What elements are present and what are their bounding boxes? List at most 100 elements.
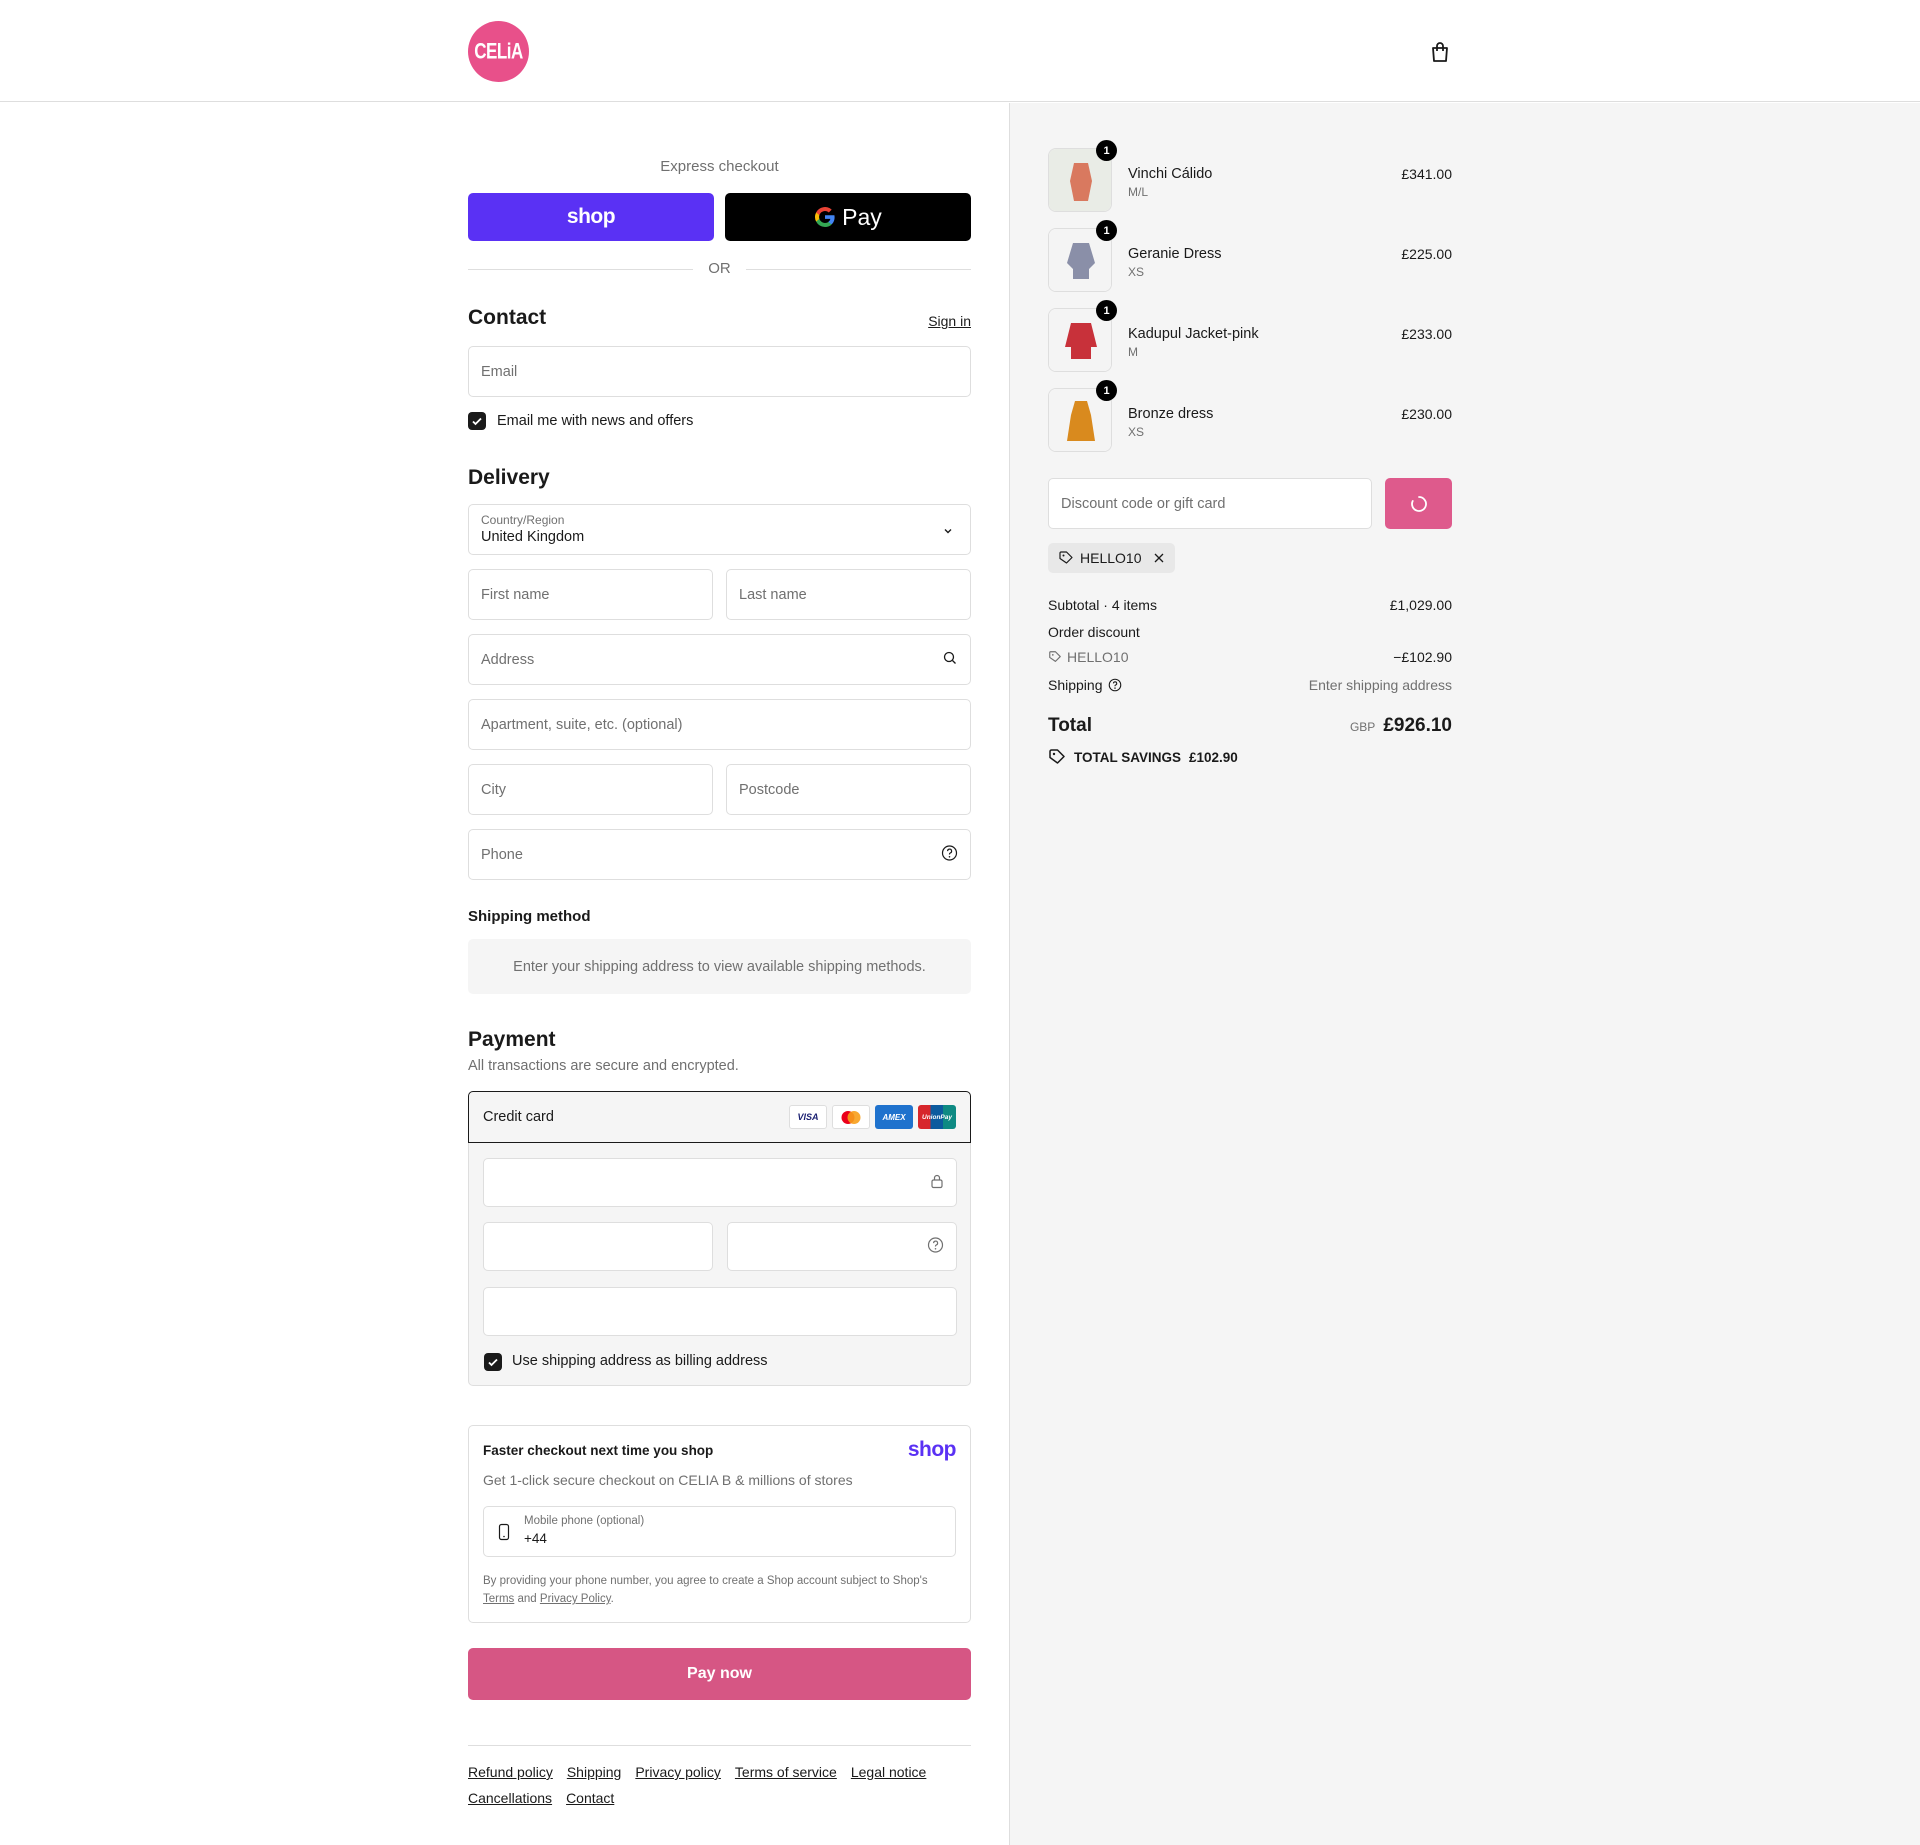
discount-value: −£102.90 <box>1393 649 1452 665</box>
country-select[interactable]: Country/Region United Kingdom <box>468 504 971 555</box>
lock-icon <box>930 1173 944 1193</box>
shopping-bag-icon[interactable] <box>1428 40 1452 64</box>
last-name-field[interactable]: Last name <box>726 569 971 620</box>
footer-link-refund-policy[interactable]: Refund policy <box>468 1764 553 1780</box>
help-circle-icon[interactable] <box>941 844 958 865</box>
header: CELiA <box>0 0 1920 102</box>
footer-divider <box>468 1745 971 1746</box>
chevron-down-icon <box>942 524 954 542</box>
search-icon <box>942 650 958 670</box>
phone-field[interactable]: Phone <box>468 829 971 880</box>
product-price: £230.00 <box>1401 406 1452 422</box>
newsletter-label: Email me with news and offers <box>497 413 694 429</box>
total-savings-label: TOTAL SAVINGS <box>1074 749 1182 765</box>
quantity-badge: 1 <box>1096 300 1117 321</box>
mobile-phone-field[interactable]: Mobile phone (optional) +44 <box>483 1506 956 1557</box>
footer-link-terms-of-service[interactable]: Terms of service <box>735 1764 837 1780</box>
footer-links: Refund policy Shipping Privacy policy Terms… <box>468 1759 971 1811</box>
pay-now-button[interactable]: Pay now <box>468 1648 971 1700</box>
discount-code-input[interactable]: Discount code or gift card <box>1048 478 1372 529</box>
name-on-card-field[interactable] <box>483 1287 957 1336</box>
payment-heading: Payment <box>468 1028 556 1051</box>
help-circle-icon[interactable] <box>927 1236 944 1257</box>
unionpay-icon: UnionPay <box>918 1105 956 1129</box>
apartment-field[interactable]: Apartment, suite, etc. (optional) <box>468 699 971 750</box>
tag-icon <box>1049 749 1065 764</box>
footer-link-cancellations[interactable]: Cancellations <box>468 1790 552 1806</box>
security-code-field[interactable] <box>727 1222 957 1271</box>
credit-card-form: Use shipping address as billing address <box>468 1143 971 1386</box>
billing-address-checkbox[interactable] <box>484 1353 502 1371</box>
product-variant: M/L <box>1128 185 1149 199</box>
billing-address-label: Use shipping address as billing address <box>512 1353 768 1369</box>
payment-subtitle: All transactions are secure and encrypte… <box>468 1058 739 1074</box>
amex-icon: AMEX <box>875 1105 913 1129</box>
card-number-field[interactable] <box>483 1158 957 1207</box>
shipping-label: Shipping <box>1048 677 1103 693</box>
total-savings-value: £102.90 <box>1189 749 1238 765</box>
expiry-date-field[interactable] <box>483 1222 713 1271</box>
subtotal-label: Subtotal · 4 items <box>1048 597 1157 613</box>
applied-discount-code: HELLO10 <box>1080 550 1142 566</box>
quantity-badge: 1 <box>1096 220 1117 241</box>
cart-item: 1 Vinchi Cálido M/L £341.00 <box>1048 140 1452 212</box>
product-price: £341.00 <box>1401 166 1452 182</box>
card-brand-logos: VISA AMEX UnionPay <box>789 1105 956 1129</box>
email-field[interactable]: Email <box>468 346 971 397</box>
currency-label: GBP <box>1349 720 1376 734</box>
celia-logo[interactable]: CELiA <box>468 21 529 82</box>
product-price: £233.00 <box>1401 326 1452 342</box>
product-name: Kadupul Jacket-pink <box>1128 326 1259 342</box>
product-price: £225.00 <box>1401 246 1452 262</box>
order-discount-label: Order discount <box>1048 624 1140 640</box>
tag-icon <box>1059 551 1073 564</box>
shop-terms-link[interactable]: Terms <box>483 1593 514 1605</box>
loading-spinner-icon <box>1410 495 1427 512</box>
google-pay-button[interactable]: Pay <box>725 193 971 241</box>
shop-privacy-link[interactable]: Privacy Policy <box>540 1593 611 1605</box>
first-name-field[interactable]: First name <box>468 569 713 620</box>
total-savings: TOTAL SAVINGS £102.90 <box>1048 748 1238 766</box>
product-name: Bronze dress <box>1128 406 1214 422</box>
total-label: Total <box>1048 715 1092 736</box>
newsletter-checkbox[interactable] <box>468 412 486 430</box>
apply-discount-button[interactable] <box>1385 478 1452 529</box>
product-thumbnail-shape-0 <box>1070 163 1092 201</box>
quantity-badge: 1 <box>1096 380 1117 401</box>
close-icon[interactable] <box>1153 552 1165 564</box>
express-checkout-title: Express checkout <box>660 158 779 175</box>
product-name: Vinchi Cálido <box>1128 166 1213 182</box>
address-field[interactable]: Address <box>468 634 971 685</box>
shop-pay-description: Get 1-click secure checkout on CELIA B &… <box>483 1472 853 1488</box>
country-label: Country/Region <box>481 513 565 527</box>
shipping-method-message: Enter your shipping address to view avai… <box>468 939 971 994</box>
mobile-phone-icon <box>498 1523 510 1546</box>
shop-pay-legal: By providing your phone number, you agre… <box>483 1575 928 1605</box>
mobile-phone-label: Mobile phone (optional) <box>524 1515 645 1527</box>
shop-pay-button[interactable]: shop <box>468 193 714 241</box>
delivery-heading: Delivery <box>468 466 550 489</box>
mobile-phone-value: +44 <box>524 1531 547 1546</box>
city-field[interactable]: City <box>468 764 713 815</box>
footer-link-privacy-policy[interactable]: Privacy policy <box>635 1764 721 1780</box>
total-value: £926.10 <box>1383 715 1452 736</box>
credit-card-label: Credit card <box>483 1109 554 1125</box>
shipping-value: Enter shipping address <box>1308 677 1452 693</box>
cart-item: 1 Geranie Dress XS £225.00 <box>1048 220 1452 292</box>
applied-discount-chip: HELLO10 <box>1048 543 1176 573</box>
visa-icon: VISA <box>789 1105 827 1129</box>
credit-card-option[interactable]: Credit card VISA AMEX UnionPay <box>468 1091 971 1143</box>
footer-link-contact[interactable]: Contact <box>566 1790 614 1806</box>
help-circle-icon[interactable] <box>1108 678 1122 692</box>
google-g-icon <box>815 207 835 227</box>
tag-icon <box>1049 651 1061 662</box>
or-divider: OR <box>468 259 971 279</box>
sign-in-link[interactable]: Sign in <box>928 313 971 329</box>
footer-link-legal-notice[interactable]: Legal notice <box>851 1764 927 1780</box>
discount-code-label: HELLO10 <box>1067 649 1129 665</box>
shipping-method-heading: Shipping method <box>468 908 591 925</box>
contact-heading: Contact <box>468 306 547 329</box>
footer-link-shipping[interactable]: Shipping <box>567 1764 622 1780</box>
postcode-field[interactable]: Postcode <box>726 764 971 815</box>
quantity-badge: 1 <box>1096 140 1117 161</box>
